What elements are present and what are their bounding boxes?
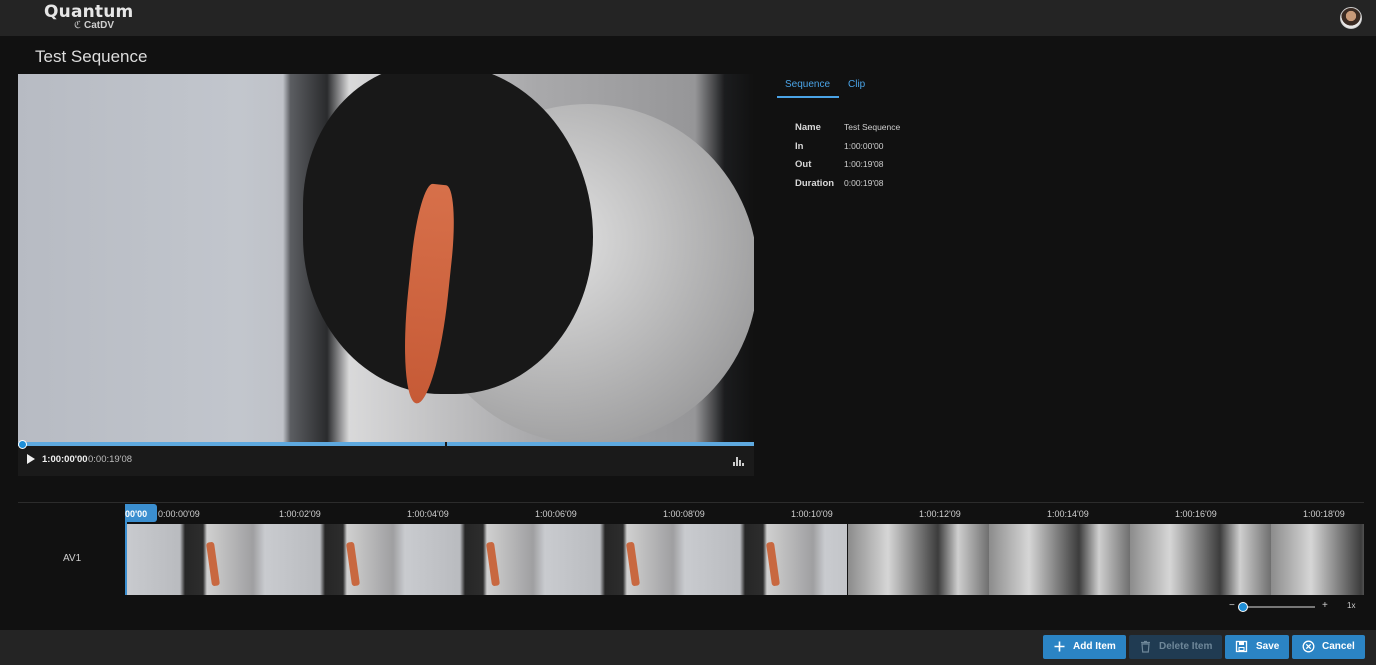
tab-sequence[interactable]: Sequence [785,79,830,90]
add-item-button[interactable]: Add Item [1043,635,1126,659]
page-title: Test Sequence [35,47,148,66]
ruler-tick: 0:00:00'09 [158,509,200,519]
zoom-in-icon[interactable]: + [1322,600,1328,611]
playhead-line[interactable] [125,522,127,595]
current-timecode: 1:00:00'00 [42,454,88,465]
brand-name: Quantum [44,2,134,22]
playhead-label[interactable]: 00'00 [125,504,157,522]
ruler-tick: 1:00:16'09 [1175,509,1217,519]
thumbnail-detail [205,541,221,587]
user-avatar[interactable] [1340,7,1362,29]
thumbnail-detail [485,541,501,587]
floppy-icon [1235,640,1248,653]
property-value: 0:00:19'08 [844,178,884,188]
plus-icon [1054,641,1065,652]
info-tabs: Sequence Clip [777,74,897,98]
zoom-slider-handle[interactable] [1238,602,1248,612]
ruler-tick: 1:00:10'09 [791,509,833,519]
ruler-tick: 1:00:02'09 [279,509,321,519]
timeline-zoom: − + 1x [1229,600,1359,614]
property-value: 1:00:19'08 [844,159,884,169]
save-button[interactable]: Save [1225,635,1289,659]
zoom-out-icon[interactable]: − [1229,600,1235,611]
delete-item-label: Delete Item [1159,641,1213,652]
property-label: Out [795,159,812,170]
property-value: 1:00:00'00 [844,141,884,151]
property-row-out: Out 1:00:19'08 [795,159,955,175]
timeline-clip[interactable] [125,524,847,595]
scrub-handle[interactable] [18,440,27,449]
timeline-ruler[interactable]: 0:00:00'09 1:00:02'09 1:00:04'09 1:00:06… [125,506,1364,524]
save-label: Save [1256,641,1280,652]
ruler-tick: 1:00:08'09 [663,509,705,519]
cancel-button[interactable]: Cancel [1292,635,1365,659]
quantum-catdv-logo: Quantum ℭ CatDV [44,2,134,34]
thumbnail-detail [345,541,361,587]
tab-clip[interactable]: Clip [848,79,865,90]
track-av1-clips [125,524,1364,595]
trash-icon [1141,640,1150,653]
active-tab-underline [777,96,839,98]
video-frame[interactable] [18,74,754,442]
timeline-clip[interactable] [848,524,1364,595]
property-row-duration: Duration 0:00:19'08 [795,178,955,194]
property-row-in: In 1:00:00'00 [795,141,955,157]
delete-item-button[interactable]: Delete Item [1129,635,1222,659]
top-bar: Quantum ℭ CatDV [0,0,1376,36]
cancel-circle-icon [1302,640,1315,653]
ruler-tick: 1:00:04'09 [407,509,449,519]
ruler-tick: 1:00:18'09 [1303,509,1345,519]
product-name: CatDV [84,20,115,31]
property-label: Name [795,122,821,133]
thumbnail-detail [625,541,641,587]
track-label: AV1 [63,553,82,564]
add-item-label: Add Item [1073,641,1116,652]
scrub-marker [445,442,447,448]
action-bar: Add Item Delete Item Save Cancel [0,630,1376,665]
zoom-slider[interactable] [1239,606,1315,608]
scrub-bar[interactable] [18,442,754,446]
property-row-name: Name Test Sequence [795,122,955,138]
ruler-tick: 1:00:06'09 [535,509,577,519]
duration-timecode: 0:00:19'08 [88,454,133,465]
property-label: In [795,141,804,152]
ruler-tick: 1:00:12'09 [919,509,961,519]
play-icon[interactable] [27,454,35,464]
levels-icon[interactable] [733,457,744,466]
cancel-label: Cancel [1322,641,1355,652]
zoom-level: 1x [1347,601,1356,610]
catdv-mark-icon: ℭ [74,20,82,31]
timeline-divider [18,502,1364,503]
ruler-tick: 1:00:14'09 [1047,509,1089,519]
property-label: Duration [795,178,835,189]
thumbnail-detail [765,541,781,587]
property-value: Test Sequence [844,122,901,132]
video-player: 1:00:00'00 0:00:19'08 [18,74,754,476]
